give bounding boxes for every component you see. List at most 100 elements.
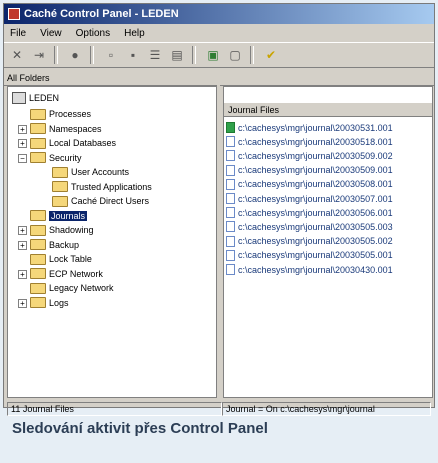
journal-file-path: c:\cachesys\mgr\journal\20030531.001 (238, 122, 393, 133)
caption: Sledování aktivit přes Control Panel (12, 420, 268, 437)
journal-file-icon (226, 178, 235, 190)
tree-root-label: LEDEN (29, 93, 60, 103)
expander-icon[interactable]: + (18, 226, 27, 235)
journal-file-icon (226, 249, 235, 261)
expander-icon[interactable]: + (18, 139, 27, 148)
column-header-journal-files[interactable]: Journal Files (224, 103, 432, 117)
tree-item-label: Trusted Applications (71, 181, 152, 192)
tree-item[interactable]: Trusted Applications (52, 180, 152, 194)
tree-item-label: Namespaces (49, 123, 102, 134)
status-right: Journal = On c:\cachesys\mgr\journal (222, 402, 431, 416)
folder-icon (30, 239, 46, 250)
tree-item[interactable]: Lock Table (30, 252, 92, 266)
screenshot-frame: Caché Control Panel - LEDEN File View Op… (0, 0, 438, 463)
menu-view[interactable]: View (40, 28, 62, 39)
tree-item-label: Processes (49, 109, 92, 119)
expander-icon[interactable]: + (18, 124, 27, 134)
tree-item[interactable]: Security (30, 151, 82, 165)
folder-tree[interactable]: LEDEN Processes Namespaces + Local Database… (7, 86, 217, 398)
list-item[interactable]: c:\cachesys\mgr\journal\20030518.001 (226, 135, 393, 148)
expander-icon[interactable]: + (18, 269, 27, 279)
list-item[interactable]: c:\cachesys\mgr\journal\20030505.001 (226, 249, 393, 262)
tree-item[interactable]: Logs (30, 296, 69, 310)
list-item[interactable]: c:\cachesys\mgr\journal\20030509.001 (226, 164, 393, 177)
journal-file-icon (226, 264, 235, 275)
list-item[interactable]: c:\cachesys\mgr\journal\20030507.001 (226, 192, 393, 205)
tree-item[interactable]: Local Databases (30, 136, 116, 150)
list-item[interactable]: c:\cachesys\mgr\journal\20030505.003 (226, 220, 393, 233)
expander-icon[interactable]: + (18, 298, 27, 308)
tree-item[interactable]: User Accounts (52, 165, 129, 179)
tree-item[interactable]: Processes (30, 107, 91, 121)
folder-icon (52, 195, 68, 207)
tree-item[interactable]: Caché Direct Users (52, 194, 149, 208)
toolbar-separator (90, 46, 94, 64)
menu-help[interactable]: Help (124, 28, 145, 39)
expander-icon[interactable]: − (18, 153, 27, 163)
small-icons-icon[interactable]: ▪ (124, 46, 142, 64)
properties-icon[interactable]: ▣ (204, 46, 222, 64)
folder-icon (30, 152, 46, 163)
folder-icon (30, 253, 46, 265)
status-left: 11 Journal Files (7, 402, 222, 416)
folder-icon (52, 181, 68, 192)
tree-item[interactable]: Journals (30, 209, 88, 223)
all-folders-header: All Folders (4, 71, 217, 86)
window-title: Caché Control Panel - LEDEN (24, 8, 179, 20)
toolbar: ✕ ⇥ ● ▫ ▪ ☰ ▤ ▣ ▢ ✔ (4, 42, 434, 68)
toolbar-separator (250, 46, 254, 64)
tree-item-label: Logs (49, 297, 69, 308)
tree-item-label: Caché Direct Users (71, 196, 150, 206)
tree-item-label: ECP Network (49, 268, 103, 279)
control-panel-window: Caché Control Panel - LEDEN File View Op… (3, 3, 435, 416)
tree-item[interactable]: ECP Network (30, 267, 103, 281)
tree-item[interactable]: Legacy Network (30, 281, 114, 295)
tree-item[interactable]: Namespaces (30, 122, 102, 136)
list-item[interactable]: c:\cachesys\mgr\journal\20030506.001 (226, 206, 393, 219)
server-icon (12, 92, 26, 104)
journal-file-icon (226, 221, 235, 233)
window-icon[interactable]: ▢ (226, 46, 244, 64)
folder-icon (30, 282, 46, 294)
list-item[interactable]: c:\cachesys\mgr\journal\20030508.001 (226, 178, 393, 191)
list-item[interactable]: c:\cachesys\mgr\journal\20030531.001 (226, 121, 393, 134)
tree-item-label: Journals (49, 210, 88, 221)
menu-file[interactable]: File (10, 28, 26, 39)
tree-item-label: Lock Table (49, 254, 92, 264)
move-icon[interactable]: ⇥ (30, 46, 48, 64)
large-icons-icon[interactable]: ▫ (102, 46, 120, 64)
check-icon[interactable]: ✔ (262, 46, 280, 64)
list-view-icon[interactable]: ☰ (146, 46, 164, 64)
list-item[interactable]: c:\cachesys\mgr\journal\20030505.002 (226, 235, 393, 248)
toolbar-separator (192, 46, 196, 64)
list-item[interactable]: c:\cachesys\mgr\journal\20030509.002 (226, 149, 393, 162)
journal-file-path: c:\cachesys\mgr\journal\20030509.002 (238, 150, 393, 161)
journal-file-path: c:\cachesys\mgr\journal\20030508.001 (238, 179, 393, 190)
journal-file-path: c:\cachesys\mgr\journal\20030509.001 (238, 165, 393, 176)
toolbar-separator (54, 46, 58, 64)
stop-icon[interactable]: ● (66, 46, 84, 64)
tree-root[interactable]: LEDEN (12, 91, 59, 105)
journal-file-path: c:\cachesys\mgr\journal\20030505.001 (238, 250, 393, 261)
tree-item-label: Local Databases (49, 138, 117, 148)
folder-icon (30, 268, 46, 279)
journal-file-icon (226, 150, 235, 162)
journal-file-icon (226, 122, 235, 133)
tree-item[interactable]: Shadowing (30, 223, 94, 237)
folder-icon (30, 210, 46, 221)
tree-item-label: Legacy Network (49, 283, 114, 293)
tree-item[interactable]: Backup (30, 238, 79, 252)
delete-icon[interactable]: ✕ (8, 46, 26, 64)
journal-file-icon (226, 235, 235, 247)
list-item[interactable]: c:\cachesys\mgr\journal\20030430.001 (226, 263, 393, 276)
expander-icon[interactable]: + (18, 240, 27, 250)
folder-icon (30, 137, 46, 149)
menu-options[interactable]: Options (76, 28, 110, 39)
folder-icon (30, 123, 46, 134)
tree-item-label: Backup (49, 239, 80, 250)
journal-files-list[interactable]: Journal Files c:\cachesys\mgr\journal\20… (223, 86, 433, 398)
details-view-icon[interactable]: ▤ (168, 46, 186, 64)
folder-icon (52, 166, 68, 178)
journal-file-icon (226, 136, 235, 148)
title-bar[interactable]: Caché Control Panel - LEDEN (4, 4, 434, 24)
